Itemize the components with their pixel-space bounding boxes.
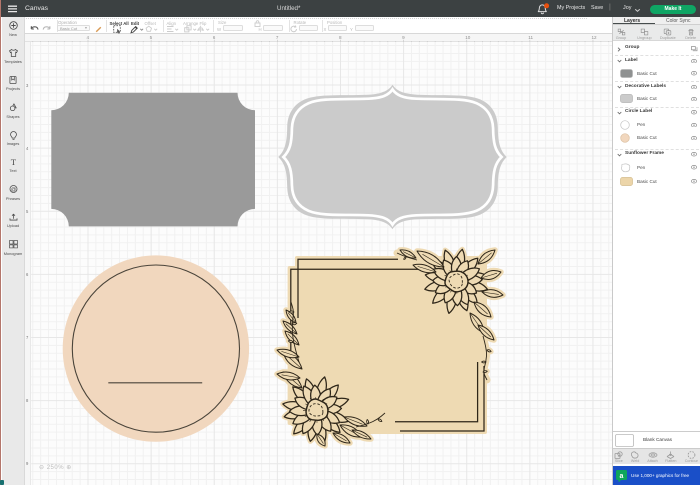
svg-text:a: a	[620, 473, 624, 480]
svg-text:@: @	[10, 187, 15, 193]
svg-text:T: T	[10, 157, 16, 166]
